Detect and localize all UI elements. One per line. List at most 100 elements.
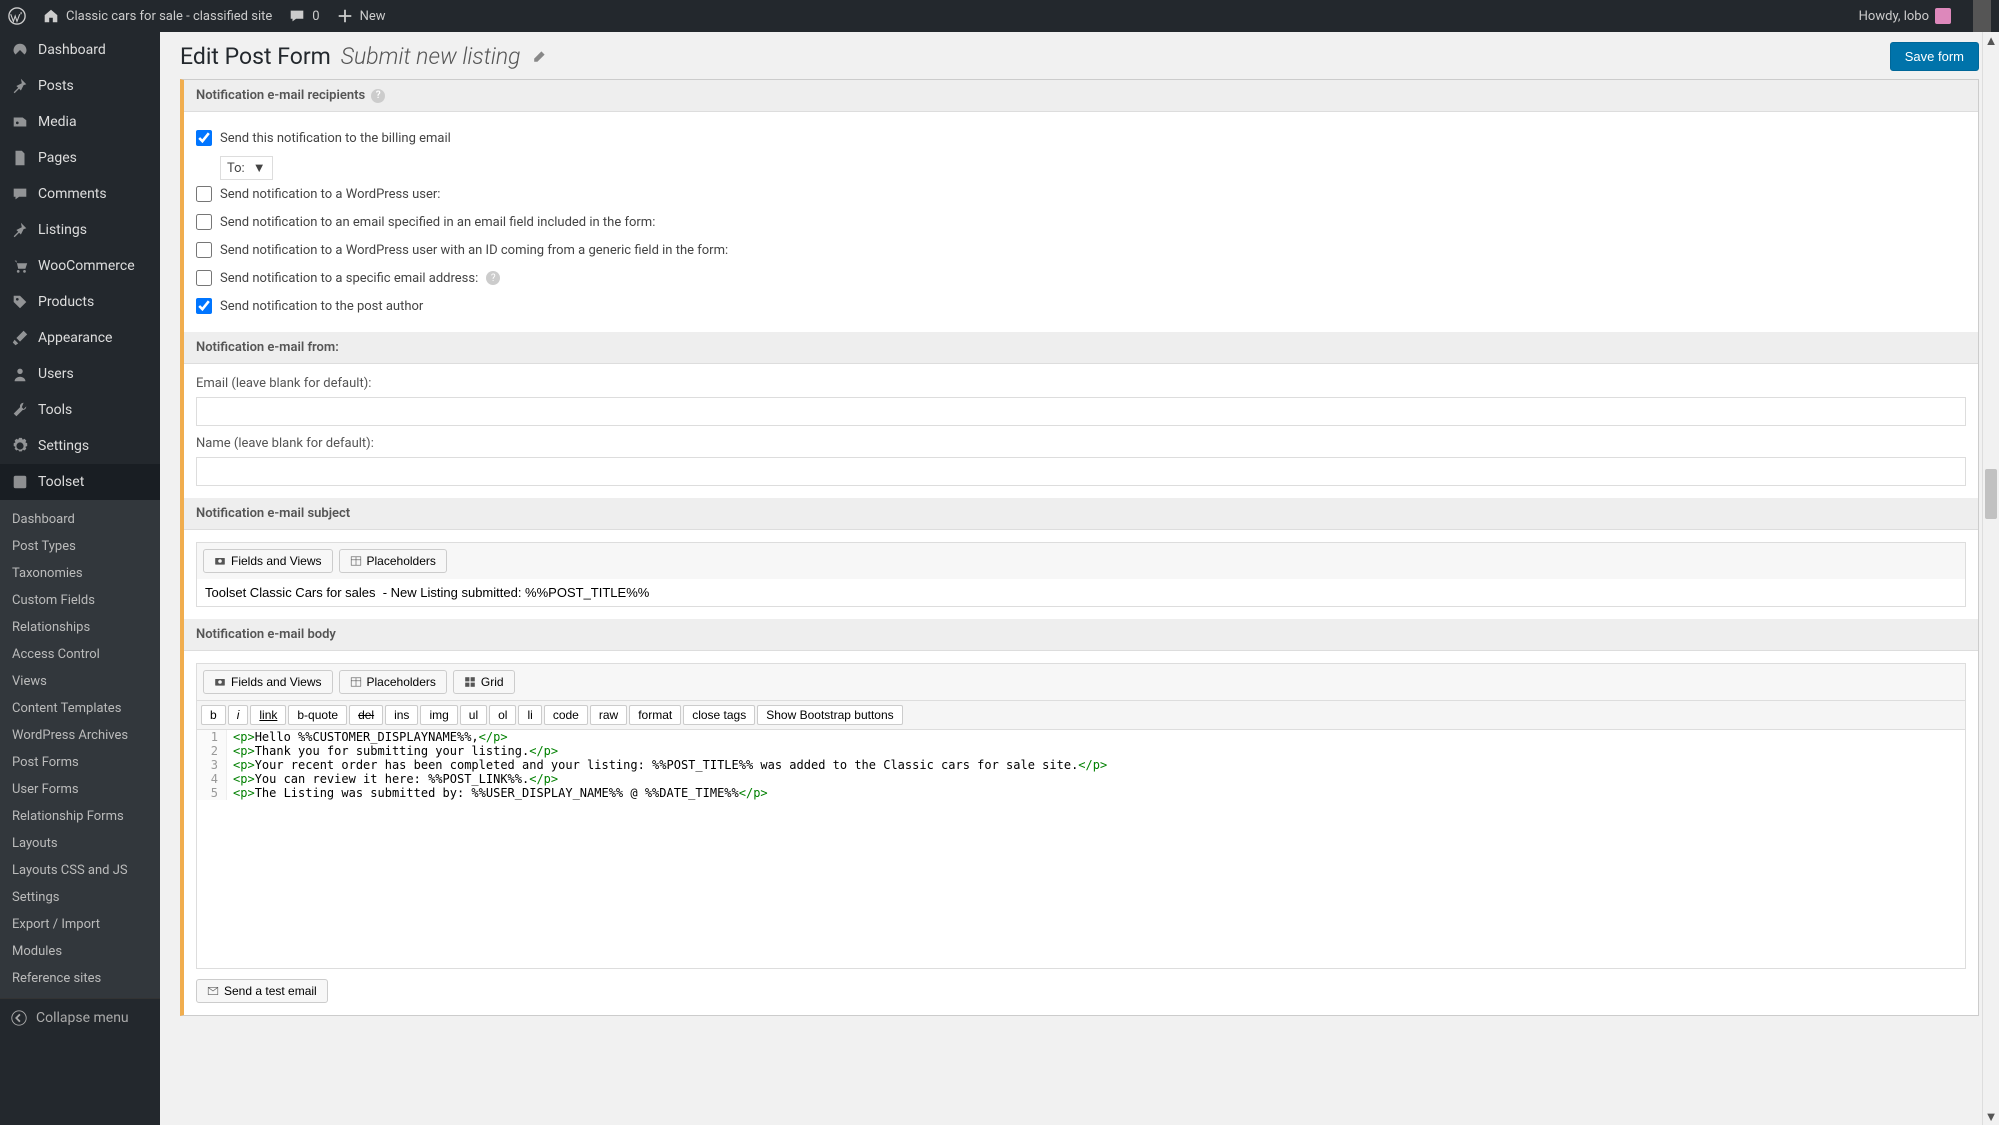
qt-link-button[interactable]: link (250, 705, 286, 725)
body-editor[interactable]: 1<p>Hello %%CUSTOMER_DISPLAYNAME%%,</p>2… (196, 729, 1966, 969)
submenu-item-reference-sites[interactable]: Reference sites (0, 965, 160, 992)
submenu-item-export-import[interactable]: Export / Import (0, 911, 160, 938)
camera-icon (214, 676, 226, 688)
wp-user-id-row: Send notification to a WordPress user wi… (196, 236, 1966, 264)
qt-ol-button[interactable]: ol (489, 705, 516, 725)
scroll-thumb[interactable] (1985, 469, 1997, 519)
camera-icon (214, 555, 226, 567)
qt-raw-button[interactable]: raw (590, 705, 627, 725)
new-link[interactable]: New (336, 7, 386, 25)
to-select[interactable]: To: ▼ (220, 156, 273, 180)
qt-ul-button[interactable]: ul (460, 705, 487, 725)
sidebar-item-pages[interactable]: Pages (0, 140, 160, 176)
wp-logo[interactable] (8, 7, 26, 25)
wp-user-id-checkbox[interactable] (196, 242, 212, 258)
sidebar-item-appearance[interactable]: Appearance (0, 320, 160, 356)
qt-b-quote-button[interactable]: b-quote (288, 705, 347, 725)
specific-email-checkbox[interactable] (196, 270, 212, 286)
submenu-item-access-control[interactable]: Access Control (0, 641, 160, 668)
qt-close-tags-button[interactable]: close tags (683, 705, 755, 725)
site-link[interactable]: Classic cars for sale - classified site (42, 7, 272, 25)
submenu-item-content-templates[interactable]: Content Templates (0, 695, 160, 722)
qt-li-button[interactable]: li (518, 705, 541, 725)
qt-del-button[interactable]: del (349, 705, 383, 725)
vertical-scrollbar[interactable]: ▲ ▼ (1982, 32, 1999, 1125)
submenu-item-views[interactable]: Views (0, 668, 160, 695)
submenu-item-layouts-css-and-js[interactable]: Layouts CSS and JS (0, 857, 160, 884)
sidebar-item-users[interactable]: Users (0, 356, 160, 392)
comments-link[interactable]: 0 (288, 7, 319, 25)
fields-views-button[interactable]: Fields and Views (203, 549, 333, 573)
collapse-menu[interactable]: Collapse menu (0, 998, 160, 1037)
sidebar-item-label: WooCommerce (38, 258, 135, 274)
fields-views-button[interactable]: Fields and Views (203, 670, 333, 694)
submenu-item-dashboard[interactable]: Dashboard (0, 506, 160, 533)
sidebar-item-comments[interactable]: Comments (0, 176, 160, 212)
qt-format-button[interactable]: format (629, 705, 681, 725)
sidebar-item-toolset[interactable]: Toolset (0, 464, 160, 500)
admin-sidebar: DashboardPostsMediaPagesCommentsListings… (0, 32, 160, 1125)
sidebar-item-settings[interactable]: Settings (0, 428, 160, 464)
qt-code-button[interactable]: code (544, 705, 588, 725)
submenu-item-settings[interactable]: Settings (0, 884, 160, 911)
from-email-input[interactable] (196, 397, 1966, 426)
submenu-item-modules[interactable]: Modules (0, 938, 160, 965)
qt-b-button[interactable]: b (201, 705, 226, 725)
submenu-item-taxonomies[interactable]: Taxonomies (0, 560, 160, 587)
send-test-email-button[interactable]: Send a test email (196, 979, 328, 1003)
submenu-item-relationship-forms[interactable]: Relationship Forms (0, 803, 160, 830)
user-menu[interactable]: Howdy, lobo (1859, 8, 1951, 24)
specific-email-label: Send notification to a specific email ad… (220, 271, 478, 286)
sidebar-item-products[interactable]: Products (0, 284, 160, 320)
page-icon (10, 148, 30, 168)
submenu-item-relationships[interactable]: Relationships (0, 614, 160, 641)
media-icon (10, 112, 30, 132)
qt-img-button[interactable]: img (420, 705, 457, 725)
sidebar-item-woocommerce[interactable]: WooCommerce (0, 248, 160, 284)
wp-user-checkbox[interactable] (196, 186, 212, 202)
collapse-icon (10, 1009, 28, 1027)
subject-input[interactable] (196, 579, 1966, 607)
submenu-item-user-forms[interactable]: User Forms (0, 776, 160, 803)
subject-header: Notification e-mail subject (184, 498, 1978, 530)
billing-email-checkbox[interactable] (196, 130, 212, 146)
screen-collapse[interactable] (1973, 0, 1991, 32)
qt-i-button[interactable]: i (228, 705, 249, 725)
qt-ins-button[interactable]: ins (385, 705, 418, 725)
sidebar-item-posts[interactable]: Posts (0, 68, 160, 104)
comment-icon (10, 184, 30, 204)
grid-button[interactable]: Grid (453, 670, 515, 694)
placeholders-button[interactable]: Placeholders (339, 549, 447, 573)
gear-icon (10, 436, 30, 456)
submenu-item-layouts[interactable]: Layouts (0, 830, 160, 857)
edit-icon[interactable] (531, 49, 547, 65)
help-icon[interactable]: ? (486, 271, 500, 285)
home-icon (42, 7, 60, 25)
sidebar-item-tools[interactable]: Tools (0, 392, 160, 428)
placeholders-button[interactable]: Placeholders (339, 670, 447, 694)
save-form-button[interactable]: Save form (1890, 42, 1979, 71)
qt-Show-Bootstrap-buttons-button[interactable]: Show Bootstrap buttons (757, 705, 902, 725)
user-icon (10, 364, 30, 384)
submenu-item-post-types[interactable]: Post Types (0, 533, 160, 560)
scroll-up-arrow[interactable]: ▲ (1983, 32, 1999, 49)
post-author-checkbox[interactable] (196, 298, 212, 314)
help-icon[interactable]: ? (371, 89, 385, 103)
email-field-checkbox[interactable] (196, 214, 212, 230)
toolset-submenu: DashboardPost TypesTaxonomiesCustom Fiel… (0, 500, 160, 998)
sidebar-item-listings[interactable]: Listings (0, 212, 160, 248)
specific-email-row: Send notification to a specific email ad… (196, 264, 1966, 292)
submenu-item-custom-fields[interactable]: Custom Fields (0, 587, 160, 614)
tag-icon (10, 292, 30, 312)
sidebar-item-dashboard[interactable]: Dashboard (0, 32, 160, 68)
table-icon (350, 676, 362, 688)
sidebar-item-media[interactable]: Media (0, 104, 160, 140)
code-line: 3<p>Your recent order has been completed… (197, 758, 1965, 772)
scroll-down-arrow[interactable]: ▼ (1983, 1108, 1999, 1125)
grid-icon (464, 676, 476, 688)
from-name-input[interactable] (196, 457, 1966, 486)
wordpress-icon (8, 7, 26, 25)
submenu-item-wordpress-archives[interactable]: WordPress Archives (0, 722, 160, 749)
sidebar-item-label: Users (38, 366, 74, 382)
submenu-item-post-forms[interactable]: Post Forms (0, 749, 160, 776)
